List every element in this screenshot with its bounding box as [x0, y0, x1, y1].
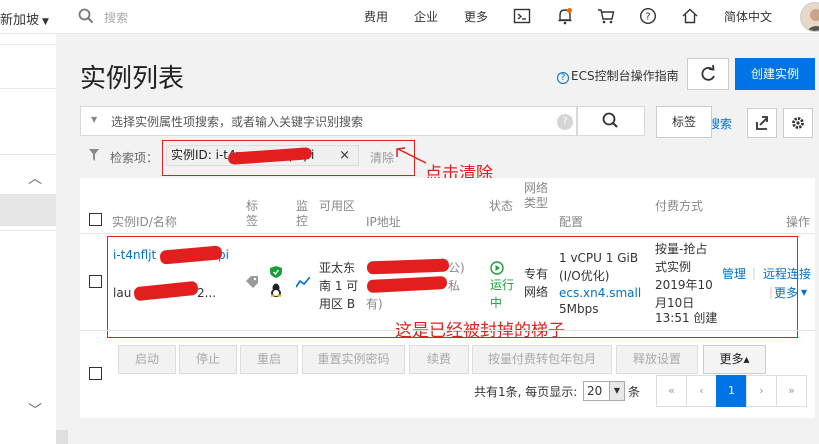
settings-button[interactable]	[783, 108, 813, 138]
top-navigation-bar: 新加坡 ▼ 搜索 费用 企业 更多 ? 简体中文	[0, 0, 819, 34]
col-header-ip: IP地址	[366, 215, 401, 229]
last-page-button[interactable]: »	[776, 375, 807, 407]
sidebar-divider	[0, 44, 56, 45]
page-title: 实例列表	[80, 64, 185, 94]
chevron-down-icon: ▼	[609, 382, 624, 400]
annotation-text: 这是已经被封掉的梯子	[395, 321, 565, 341]
nav-billing[interactable]: 费用	[364, 8, 388, 25]
pager-summary: 共有1条, 每页显示:	[474, 385, 578, 399]
instance-search-box[interactable]: ▼	[80, 106, 577, 136]
bulk-more-button[interactable]: 更多▴	[703, 345, 766, 374]
convert-subscription-button[interactable]: 按量付费转包年包月	[472, 345, 612, 374]
release-settings-button[interactable]: 释放设置	[616, 345, 698, 374]
export-button[interactable]	[747, 108, 777, 138]
page-size-select[interactable]: 20 ▼	[583, 381, 625, 401]
stop-button[interactable]: 停止	[179, 345, 237, 374]
home-icon[interactable]	[681, 7, 699, 25]
bulk-select-checkbox[interactable]	[89, 367, 102, 380]
col-header-config: 配置	[559, 215, 584, 229]
nav-more[interactable]: 更多	[464, 8, 488, 25]
search-button[interactable]	[577, 106, 645, 136]
first-page-button[interactable]: «	[656, 375, 687, 407]
col-header-tag: 标 签	[246, 199, 259, 228]
start-button[interactable]: 启动	[118, 345, 176, 374]
refresh-button[interactable]	[687, 58, 729, 90]
page-1-button[interactable]: 1	[716, 375, 747, 407]
question-icon: ?	[557, 72, 569, 84]
create-instance-button[interactable]: 创建实例	[735, 58, 815, 90]
page-size-value: 20	[587, 384, 603, 398]
gear-icon	[792, 117, 804, 129]
chevron-down-icon: ▼	[801, 288, 808, 297]
prev-page-button[interactable]: ‹	[686, 375, 717, 407]
col-header-monitor: 监 控	[296, 199, 309, 228]
reset-password-button[interactable]: 重置实例密码	[302, 345, 405, 374]
bell-icon[interactable]	[556, 7, 574, 25]
region-selector[interactable]: 新加坡 ▼	[0, 9, 49, 28]
terminal-icon[interactable]	[513, 7, 531, 25]
restart-button[interactable]: 重启	[240, 345, 298, 374]
col-header-zone[interactable]: 可用区	[319, 199, 355, 214]
row-checkbox[interactable]	[89, 275, 102, 288]
col-header-status[interactable]: 状态	[489, 199, 513, 214]
chevron-down-icon[interactable]: ﹀	[28, 400, 42, 420]
nav-enterprise[interactable]: 企业	[414, 8, 438, 25]
col-header-billing[interactable]: 付费方式	[655, 199, 703, 214]
attribute-dropdown-icon[interactable]: ▼	[91, 115, 97, 124]
region-label: 新加坡	[0, 13, 40, 28]
renew-button[interactable]: 续费	[409, 345, 469, 374]
filter-label: 检索项：	[110, 151, 159, 165]
sidebar-divider	[0, 154, 56, 155]
header-divider	[80, 233, 815, 234]
chevron-up-icon[interactable]: ︿	[28, 168, 42, 188]
sidebar-divider	[0, 230, 56, 231]
guide-label: ECS控制台操作指南	[571, 69, 679, 83]
cart-icon[interactable]	[597, 7, 615, 25]
pager-unit: 条	[628, 385, 641, 399]
tag-button[interactable]: 标签	[656, 106, 712, 138]
sidebar: ︿ ﹀	[0, 34, 56, 444]
search-help-icon[interactable]: ?	[557, 114, 573, 130]
instance-search-input[interactable]	[111, 112, 531, 132]
sidebar-collapse-handle[interactable]	[56, 430, 68, 444]
sidebar-item-instances[interactable]	[0, 194, 56, 226]
annotation-box	[162, 140, 415, 176]
col-header-id[interactable]: 实例ID/名称	[112, 215, 177, 230]
col-header-network-type[interactable]: 网络 类型	[524, 181, 554, 211]
row-divider	[80, 330, 815, 331]
search-icon[interactable]	[78, 8, 94, 24]
filter-icon	[89, 149, 99, 161]
refresh-icon	[701, 64, 715, 81]
help-icon[interactable]: ?	[639, 7, 657, 25]
avatar-icon[interactable]	[800, 2, 819, 32]
sidebar-divider	[0, 88, 56, 89]
global-search-input[interactable]: 搜索	[104, 9, 128, 26]
next-page-button[interactable]: ›	[746, 375, 777, 407]
console-guide-link[interactable]: ? ECS控制台操作指南	[557, 67, 679, 84]
search-icon	[602, 112, 618, 128]
export-icon	[756, 116, 768, 130]
select-all-checkbox[interactable]	[89, 213, 102, 226]
chevron-down-icon: ▼	[42, 17, 49, 27]
svg-text:?: ?	[645, 12, 650, 23]
language-selector[interactable]: 简体中文	[724, 8, 772, 25]
col-header-action: 操作	[786, 215, 811, 229]
